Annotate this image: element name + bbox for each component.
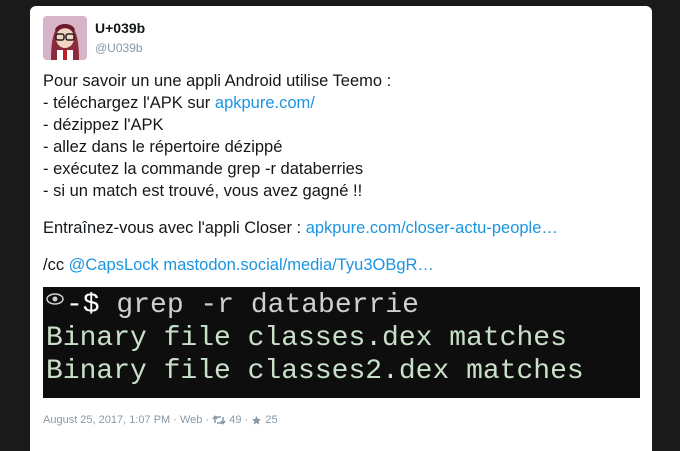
tweet-line: Entraînez-vous avec l'appli Closer : apk… xyxy=(43,217,643,239)
tweet-line: - si un match est trouvé, vous avez gagn… xyxy=(43,182,363,200)
tweet-line: - exécutez la commande grep -r databerri… xyxy=(43,160,364,178)
tweet-line-text: - téléchargez l'APK sur xyxy=(43,94,215,112)
media-link[interactable]: mastodon.social/media/Tyu3OBgR… xyxy=(163,256,434,274)
tweet-text: Pour savoir un une appli Android utilise… xyxy=(43,70,643,276)
separator: · xyxy=(244,414,249,427)
timestamp[interactable]: August 25, 2017, 1:07 PM xyxy=(43,414,170,426)
like-count: 25 xyxy=(265,414,278,427)
retweet-icon[interactable] xyxy=(212,415,226,425)
terminal-output: Binary file classes.dex matches xyxy=(46,323,567,354)
terminal-command-line: -$ grep -r databerrie xyxy=(43,289,640,322)
apkpure-link[interactable]: apkpure.com/ xyxy=(215,94,315,112)
tweet-line: /cc @CapsLock mastodon.social/media/Tyu3… xyxy=(43,254,643,276)
tweet-footer: August 25, 2017, 1:07 PM · Web · 49 · 25 xyxy=(43,414,278,426)
eye-icon xyxy=(46,293,64,305)
avatar[interactable] xyxy=(43,16,87,60)
mention-link[interactable]: @CapsLock xyxy=(69,256,159,274)
tweet-line: - allez dans le répertoire dézippé xyxy=(43,138,283,156)
display-name[interactable]: U+039b xyxy=(95,20,145,36)
tweet-line: - téléchargez l'APK sur apkpure.com/ xyxy=(43,92,643,114)
tweet-card: U+039b @U039b Pour savoir un une appli A… xyxy=(30,6,652,451)
username[interactable]: @U039b xyxy=(95,41,143,55)
tweet-line-text: Entraînez-vous avec l'appli Closer : xyxy=(43,219,306,237)
separator: · xyxy=(205,414,210,427)
tweet-line: - dézippez l'APK xyxy=(43,116,164,134)
terminal-prompt: -$ xyxy=(66,290,100,321)
source: Web xyxy=(180,414,203,427)
terminal-command: grep -r databerrie xyxy=(116,290,419,321)
separator: · xyxy=(173,414,177,427)
terminal-output: Binary file classes2.dex matches xyxy=(46,356,584,387)
star-icon[interactable] xyxy=(251,415,262,426)
terminal-screenshot[interactable]: -$ grep -r databerrie Binary file classe… xyxy=(43,287,640,398)
tweet-line: Pour savoir un une appli Android utilise… xyxy=(43,72,392,90)
closer-link[interactable]: apkpure.com/closer-actu-people… xyxy=(306,219,558,237)
tweet-line-text: /cc xyxy=(43,256,69,274)
retweet-count: 49 xyxy=(229,414,242,427)
